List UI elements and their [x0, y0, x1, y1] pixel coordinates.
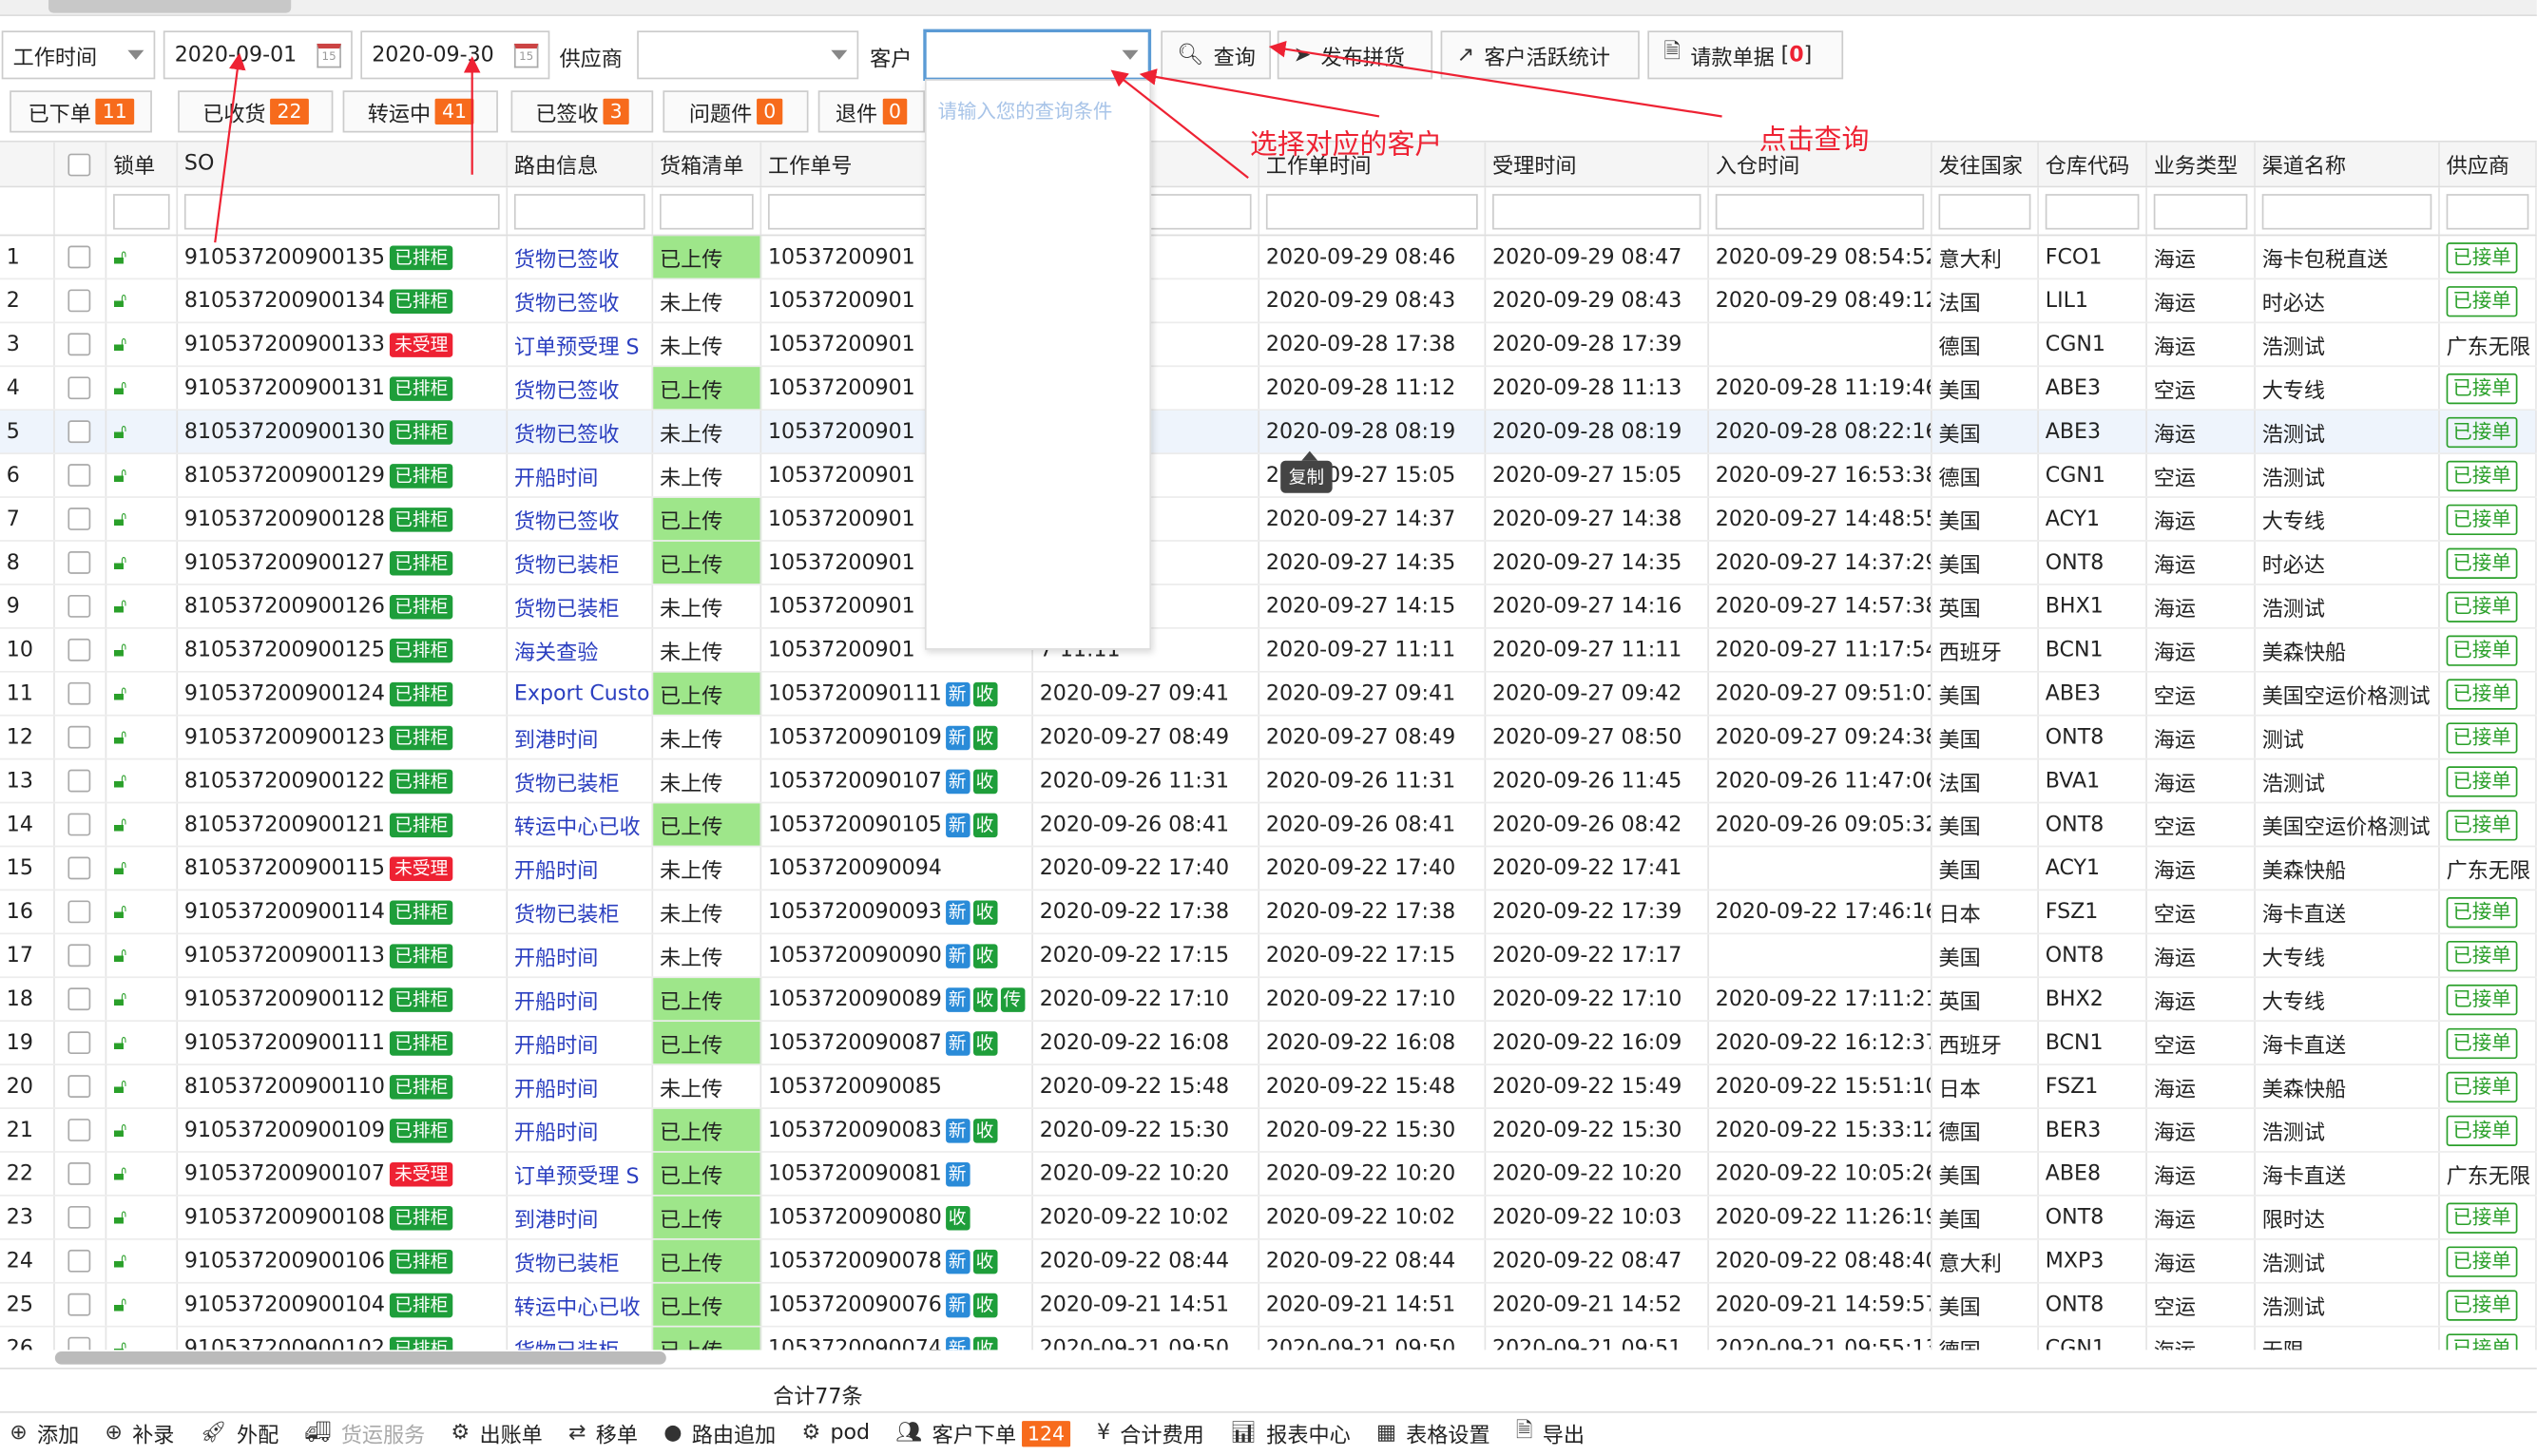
annotation-arrows	[214, 40, 1722, 243]
